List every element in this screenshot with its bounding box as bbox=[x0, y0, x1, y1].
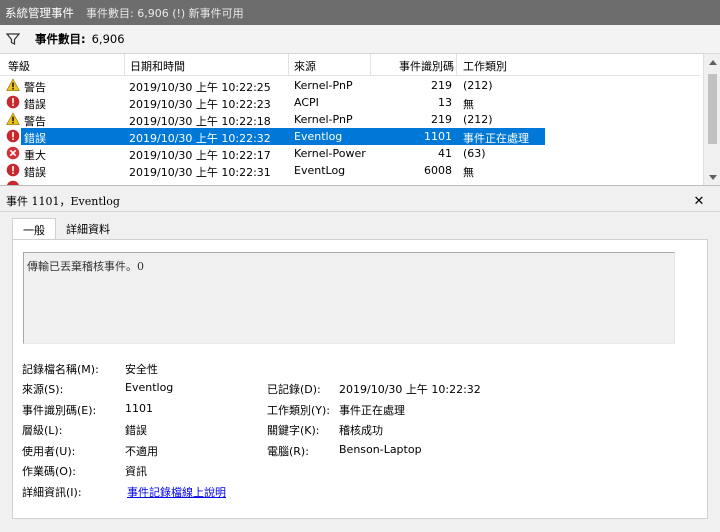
cell-source: Kernel-PnP bbox=[294, 79, 353, 92]
scroll-thumb[interactable] bbox=[708, 74, 717, 144]
error-icon bbox=[6, 163, 20, 177]
cell-task-category: (63) bbox=[463, 147, 486, 160]
more-info-label: 詳細資訊(I): bbox=[22, 486, 82, 499]
opcode-label: 作業碼(O): bbox=[22, 465, 76, 478]
row-cells[interactable]: 錯誤 2019/10/30 上午 10:22:32 Eventlog 1101 事件正在… bbox=[21, 128, 545, 145]
opcode-value: 資訊 bbox=[125, 465, 147, 478]
event-id-value: 1101 bbox=[125, 402, 153, 415]
event-list[interactable]: 等級 日期和時間 來源 事件識別碼 工作類別 警告 2019/10/30 上午 1… bbox=[0, 54, 720, 186]
row-cells[interactable]: 錯誤 2019/10/30 上午 10:22:31 EventLog 6008 無 bbox=[21, 162, 545, 179]
list-scrollbar[interactable] bbox=[703, 54, 720, 185]
row-cells[interactable]: 錯誤 2019/10/30 上午 10:22:23 ACPI 13 無 bbox=[21, 94, 545, 111]
table-row[interactable]: 錯誤 2019/10/30 上午 10:22:23 ACPI 13 無 bbox=[0, 94, 700, 111]
cell-datetime: 2019/10/30 上午 10:22:31 bbox=[129, 166, 271, 179]
source-value: Eventlog bbox=[125, 381, 174, 394]
filter-icon[interactable] bbox=[5, 31, 21, 47]
log-name-label: 記錄檔名稱(M): bbox=[22, 363, 99, 376]
cell-datetime: 2019/10/30 上午 10:22:25 bbox=[129, 81, 271, 94]
window-title: 系統管理事件 bbox=[5, 5, 74, 20]
tab-details[interactable]: 詳細資料 bbox=[56, 218, 120, 240]
computer-label: 電腦(R): bbox=[267, 445, 309, 458]
cell-level: 錯誤 bbox=[24, 98, 46, 111]
cell-source: EventLog bbox=[294, 164, 346, 177]
keywords-value: 稽核成功 bbox=[339, 424, 383, 437]
cell-task-category: 無 bbox=[463, 98, 474, 111]
column-header-event-id[interactable]: 事件識別碼 bbox=[399, 58, 454, 74]
cell-level: 警告 bbox=[24, 115, 46, 128]
column-header-task-category[interactable]: 工作類別 bbox=[463, 58, 507, 74]
close-icon[interactable]: ✕ bbox=[692, 194, 706, 209]
error-icon bbox=[6, 129, 20, 143]
scroll-up-icon[interactable] bbox=[704, 54, 720, 71]
event-count-value: 6,906 bbox=[91, 32, 125, 46]
cell-source: Kernel-PnP bbox=[294, 113, 353, 126]
table-row[interactable]: 錯誤 2019/10/30 上午 10:22:32 Eventlog 1101 事件正在… bbox=[0, 128, 700, 145]
warning-icon bbox=[6, 78, 20, 92]
row-cells[interactable]: 警告 2019/10/30 上午 10:22:25 Kernel-PnP 219 (21… bbox=[21, 77, 545, 94]
row-cells[interactable]: 警告 2019/10/30 上午 10:22:18 Kernel-PnP 219 (21… bbox=[21, 111, 545, 128]
title-bar: 系統管理事件 事件數目: 6,906 (!) 新事件可用 bbox=[0, 0, 720, 25]
user-value: 不適用 bbox=[125, 445, 158, 458]
cell-level: 錯誤 bbox=[24, 166, 46, 179]
detail-tabs: 一般 詳細資料 bbox=[12, 218, 120, 240]
list-header: 等級 日期和時間 來源 事件識別碼 工作類別 bbox=[0, 54, 700, 76]
cell-source: ACPI bbox=[294, 96, 319, 109]
column-header-level[interactable]: 等級 bbox=[8, 58, 30, 74]
filter-bar: 事件數目: 6,906 bbox=[0, 25, 720, 54]
level-value: 錯誤 bbox=[125, 424, 147, 437]
tab-general[interactable]: 一般 bbox=[12, 218, 56, 240]
table-row[interactable]: 重大 2019/10/30 上午 10:22:17 Kernel-Power 41 (6… bbox=[0, 145, 700, 162]
cell-level: 警告 bbox=[24, 81, 46, 94]
cell-event-id: 41 bbox=[438, 147, 452, 160]
cell-event-id: 219 bbox=[431, 79, 452, 92]
event-id-label: 事件識別碼(E): bbox=[22, 404, 97, 417]
event-detail-header: 事件 1101，Eventlog ✕ bbox=[0, 190, 720, 212]
keywords-label: 關鍵字(K): bbox=[267, 424, 320, 437]
cell-level: 重大 bbox=[24, 149, 46, 162]
column-header-datetime[interactable]: 日期和時間 bbox=[130, 58, 185, 74]
cell-datetime: 2019/10/30 上午 10:22:23 bbox=[129, 98, 271, 111]
table-row-partial[interactable] bbox=[0, 179, 700, 185]
event-count-label: 事件數目: bbox=[35, 32, 86, 46]
cell-event-id: 219 bbox=[431, 113, 452, 126]
cell-level: 錯誤 bbox=[24, 132, 46, 145]
critical-icon bbox=[6, 146, 20, 160]
task-category-label: 工作類別(Y): bbox=[267, 404, 331, 417]
logged-value: 2019/10/30 上午 10:22:32 bbox=[339, 383, 481, 396]
cell-task-category: 事件正在處理 bbox=[463, 132, 529, 145]
general-panel: 傳輸已丟棄稽核事件。0 記錄檔名稱(M): 安全性 來源(S): Eventlo… bbox=[12, 239, 708, 519]
event-count-status: 事件數目: 6,906 (!) 新事件可用 bbox=[86, 6, 244, 20]
cell-task-category: (212) bbox=[463, 79, 493, 92]
cell-datetime: 2019/10/30 上午 10:22:18 bbox=[129, 115, 271, 128]
row-cells[interactable]: 重大 2019/10/30 上午 10:22:17 Kernel-Power 41 (6… bbox=[21, 145, 545, 162]
error-icon bbox=[6, 180, 20, 185]
scroll-down-icon[interactable] bbox=[704, 169, 720, 185]
table-row[interactable]: 錯誤 2019/10/30 上午 10:22:31 EventLog 6008 無 bbox=[0, 162, 700, 179]
cell-event-id: 6008 bbox=[424, 164, 452, 177]
log-name-value: 安全性 bbox=[125, 363, 158, 376]
online-help-link[interactable]: 事件記錄檔線上說明 bbox=[127, 484, 226, 500]
logged-label: 已記錄(D): bbox=[267, 383, 321, 396]
cell-event-id: 1101 bbox=[424, 130, 452, 143]
table-row[interactable]: 警告 2019/10/30 上午 10:22:18 Kernel-PnP 219 (21… bbox=[0, 111, 700, 128]
warning-icon bbox=[6, 112, 20, 126]
cell-task-category: 無 bbox=[463, 166, 474, 179]
cell-source: Eventlog bbox=[294, 130, 343, 143]
source-label: 來源(S): bbox=[22, 383, 64, 396]
table-row[interactable]: 警告 2019/10/30 上午 10:22:25 Kernel-PnP 219 (21… bbox=[0, 77, 700, 94]
computer-value: Benson-Laptop bbox=[339, 443, 422, 456]
event-detail-title: 事件 1101，Eventlog bbox=[6, 194, 120, 208]
cell-datetime: 2019/10/30 上午 10:22:17 bbox=[129, 149, 271, 162]
cell-source: Kernel-Power bbox=[294, 147, 366, 160]
event-message-box[interactable]: 傳輸已丟棄稽核事件。0 bbox=[23, 252, 675, 344]
event-message: 傳輸已丟棄稽核事件。0 bbox=[27, 260, 144, 273]
cell-task-category: (212) bbox=[463, 113, 493, 126]
cell-datetime: 2019/10/30 上午 10:22:32 bbox=[129, 132, 271, 145]
error-icon bbox=[6, 95, 20, 109]
cell-event-id: 13 bbox=[438, 96, 452, 109]
column-header-source[interactable]: 來源 bbox=[294, 58, 316, 74]
task-category-value: 事件正在處理 bbox=[339, 404, 405, 417]
user-label: 使用者(U): bbox=[22, 445, 76, 458]
level-label: 層級(L): bbox=[22, 424, 63, 437]
